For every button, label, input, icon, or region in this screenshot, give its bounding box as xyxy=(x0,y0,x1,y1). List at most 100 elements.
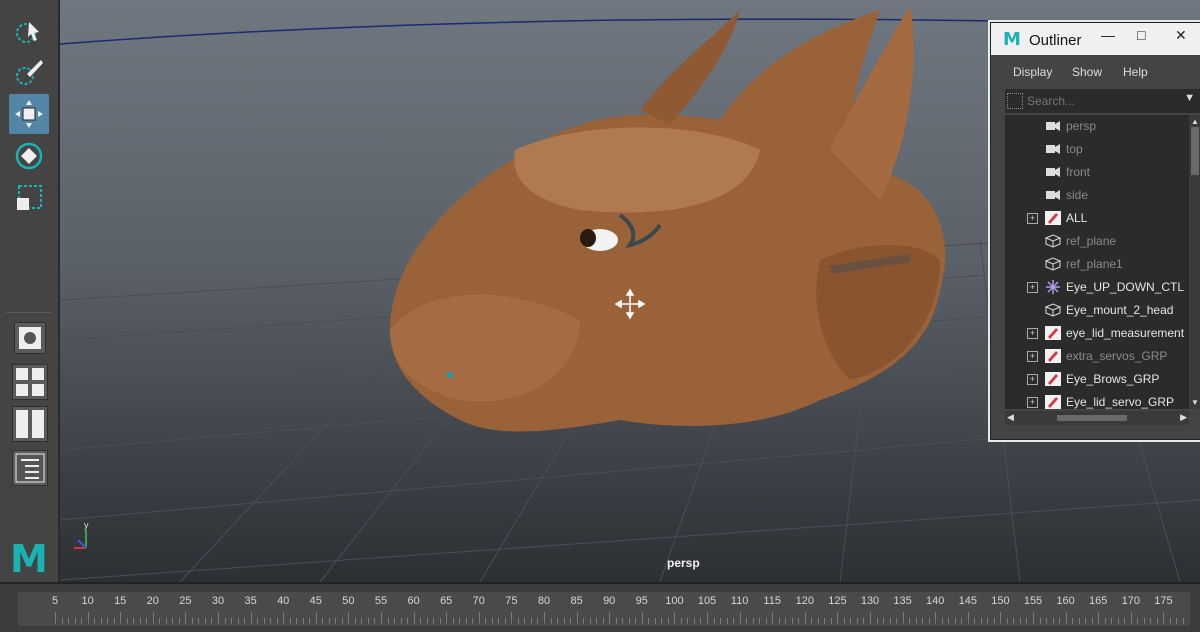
expand-toggle-icon[interactable]: + xyxy=(1027,397,1038,408)
select-tool-icon[interactable] xyxy=(9,12,49,52)
timeline-tick xyxy=(152,612,154,624)
menu-help[interactable]: Help xyxy=(1123,65,1148,79)
search-dropdown-arrow-icon[interactable]: ▼ xyxy=(1184,92,1195,104)
outliner-item[interactable]: ref_plane xyxy=(1005,230,1189,253)
timeline-minor-tick xyxy=(191,618,193,624)
timeline-minor-tick xyxy=(680,618,682,624)
timeline-minor-tick xyxy=(68,618,70,624)
hscrollbar-thumb[interactable] xyxy=(1057,415,1127,421)
expand-toggle-icon[interactable]: + xyxy=(1027,213,1038,224)
menu-display[interactable]: Display xyxy=(1013,65,1052,79)
timeline-minor-tick xyxy=(1039,618,1041,624)
timeline-track[interactable]: 5 10 15 20 25 30 35 40 45 50 55 60 65 70 75 80 85 90 95 100… xyxy=(18,592,1190,626)
outliner-item[interactable]: + eye_lid_measurement xyxy=(1005,322,1189,345)
two-view-layout-button[interactable] xyxy=(12,406,48,442)
timeline-tick-label: 140 xyxy=(926,595,945,607)
scroll-right-icon[interactable]: ▶ xyxy=(1180,412,1187,423)
timeline-minor-tick xyxy=(1026,618,1028,624)
timeline-tick-label: 170 xyxy=(1121,595,1140,607)
outliner-item-label: Eye_mount_2_head xyxy=(1066,303,1174,317)
expand-toggle-icon[interactable]: + xyxy=(1027,374,1038,385)
menu-show[interactable]: Show xyxy=(1072,65,1102,79)
timeline-minor-tick xyxy=(628,618,630,624)
outliner-horizontal-scrollbar[interactable]: ◀ ▶ xyxy=(1005,411,1189,425)
group-icon xyxy=(1045,349,1061,363)
timeline-minor-tick xyxy=(107,618,109,624)
outliner-layout-button[interactable] xyxy=(12,450,48,486)
scroll-left-icon[interactable]: ◀ xyxy=(1007,412,1014,423)
timeline-minor-tick xyxy=(759,618,761,624)
outliner-item[interactable]: + extra_servos_GRP xyxy=(1005,345,1189,368)
timeline-minor-tick xyxy=(974,618,976,624)
timeline-tick-label: 60 xyxy=(407,595,420,607)
timeline-minor-tick xyxy=(1156,618,1158,624)
move-tool-icon[interactable] xyxy=(9,94,49,134)
timeline-tick xyxy=(87,612,89,624)
expand-toggle-icon[interactable]: + xyxy=(1027,282,1038,293)
timeline-minor-tick xyxy=(843,618,845,624)
timeline-minor-tick xyxy=(257,618,259,624)
timeline-tick xyxy=(446,612,448,624)
timeline-minor-tick xyxy=(1059,618,1061,624)
timeline-minor-tick xyxy=(270,618,272,624)
timeline-minor-tick xyxy=(94,618,96,624)
rotate-tool-icon[interactable] xyxy=(9,136,49,176)
timeline-tick-label: 145 xyxy=(958,595,977,607)
timeline-tick-label: 150 xyxy=(991,595,1010,607)
timeline-tick-label: 50 xyxy=(342,595,355,607)
timeline-minor-tick xyxy=(1104,618,1106,624)
search-input[interactable] xyxy=(1025,92,1179,110)
expand-toggle-icon[interactable]: + xyxy=(1027,328,1038,339)
timeline-tick-label: 20 xyxy=(146,595,159,607)
maximize-button[interactable]: □ xyxy=(1137,27,1145,43)
outliner-item[interactable]: + Eye_lid_servo_GRP xyxy=(1005,391,1189,409)
outliner-item-label: eye_lid_measurement xyxy=(1066,326,1185,340)
timeline-minor-tick xyxy=(1019,618,1021,624)
four-view-layout-button[interactable] xyxy=(12,364,48,400)
timeline-minor-tick xyxy=(557,618,559,624)
outliner-item[interactable]: front xyxy=(1005,161,1189,184)
outliner-item[interactable]: persp xyxy=(1005,115,1189,138)
svg-text:y: y xyxy=(84,520,89,530)
timeline-tick-label: 110 xyxy=(730,595,749,607)
expand-toggle-icon[interactable]: + xyxy=(1027,351,1038,362)
outliner-titlebar[interactable]: M Outliner — □ ✕ xyxy=(991,23,1200,55)
timeline-minor-tick xyxy=(159,618,161,624)
outliner-vertical-scrollbar[interactable]: ▲ ▼ xyxy=(1189,115,1200,409)
scroll-up-icon[interactable]: ▲ xyxy=(1191,117,1199,126)
outliner-item[interactable]: top xyxy=(1005,138,1189,161)
minimize-button[interactable]: — xyxy=(1101,27,1115,43)
close-button[interactable]: ✕ xyxy=(1175,27,1187,44)
scroll-down-icon[interactable]: ▼ xyxy=(1191,398,1199,407)
timeline-minor-tick xyxy=(1052,618,1054,624)
scale-tool-icon[interactable] xyxy=(9,178,49,218)
timeline-tick xyxy=(413,612,415,624)
timeline-tick xyxy=(1098,612,1100,624)
scrollbar-thumb[interactable] xyxy=(1191,127,1199,175)
outliner-item[interactable]: side xyxy=(1005,184,1189,207)
timeline-tick xyxy=(609,612,611,624)
camera-icon xyxy=(1045,188,1061,202)
timeline-minor-tick xyxy=(635,618,637,624)
timeline-tick-label: 95 xyxy=(635,595,648,607)
outliner-item[interactable]: Eye_mount_2_head xyxy=(1005,299,1189,322)
outliner-title: Outliner xyxy=(1029,32,1082,49)
timeline-tick xyxy=(1130,612,1132,624)
timeline-minor-tick xyxy=(602,618,604,624)
single-perspective-layout-button[interactable] xyxy=(14,322,46,354)
timeline-minor-tick xyxy=(537,618,539,624)
time-slider[interactable]: 5 10 15 20 25 30 35 40 45 50 55 60 65 70 75 80 85 90 95 100… xyxy=(0,582,1200,632)
timeline-minor-tick xyxy=(596,618,598,624)
outliner-item[interactable]: ref_plane1 xyxy=(1005,253,1189,276)
timeline-tick xyxy=(1065,612,1067,624)
outliner-item[interactable]: + Eye_UP_DOWN_CTL xyxy=(1005,276,1189,299)
outliner-item[interactable]: + Eye_Brows_GRP xyxy=(1005,368,1189,391)
outliner-item-label: ref_plane1 xyxy=(1066,257,1123,271)
timeline-minor-tick xyxy=(856,618,858,624)
outliner-item[interactable]: + ALL xyxy=(1005,207,1189,230)
timeline-tick-label: 125 xyxy=(828,595,847,607)
timeline-tick-label: 105 xyxy=(697,595,717,607)
paint-select-tool-icon[interactable] xyxy=(9,52,49,92)
maya-logo-icon: M xyxy=(10,537,48,581)
timeline-minor-tick xyxy=(589,618,591,624)
